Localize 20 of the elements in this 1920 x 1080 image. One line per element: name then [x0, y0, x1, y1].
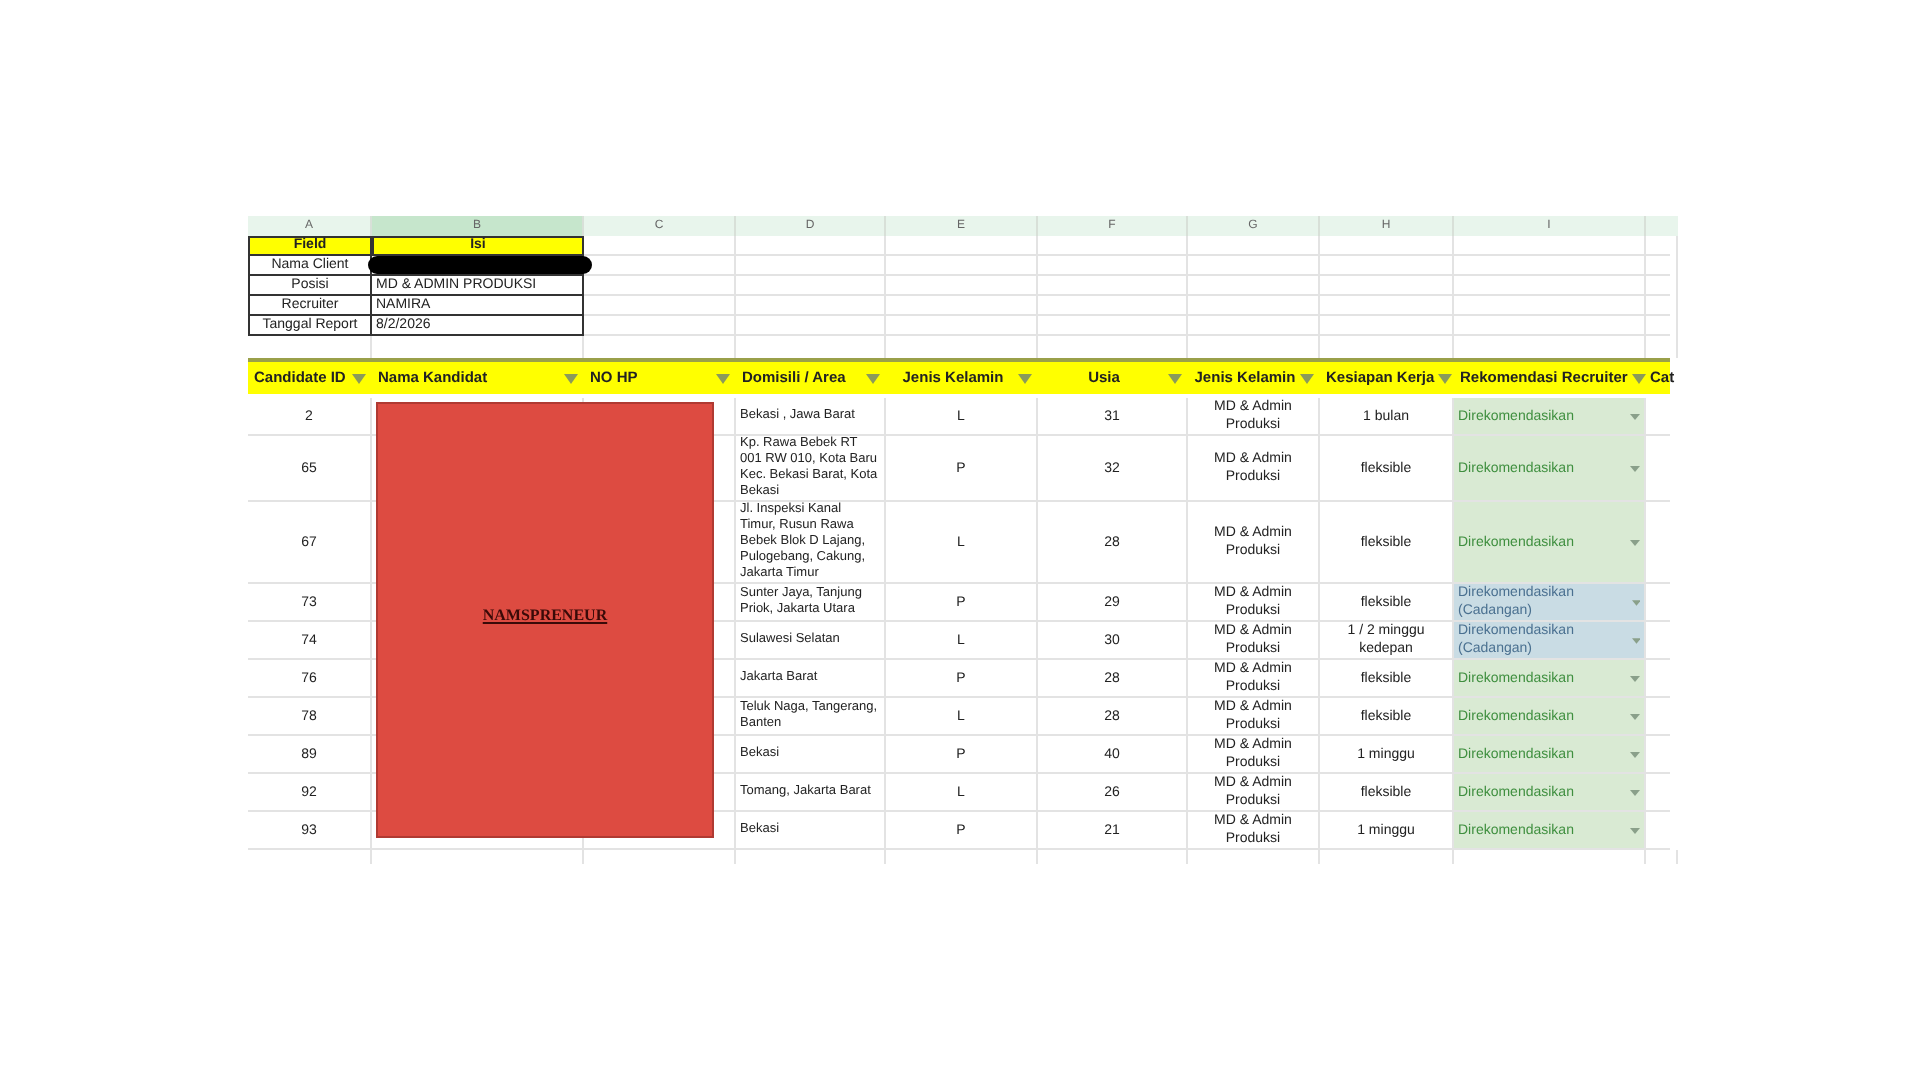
- filter-icon[interactable]: [1438, 373, 1453, 383]
- caret-icon: [1631, 637, 1640, 643]
- caret-icon: [1630, 751, 1640, 757]
- filter-icon[interactable]: [1631, 373, 1646, 383]
- caret-icon: [1630, 713, 1640, 719]
- caret-icon: [1630, 413, 1640, 419]
- filter-icon[interactable]: [1168, 373, 1182, 383]
- filter-icon[interactable]: [1300, 373, 1314, 383]
- filter-icon[interactable]: [1018, 373, 1032, 383]
- caret-icon: [1631, 599, 1640, 605]
- caret-icon: [1630, 675, 1640, 681]
- redaction-label: NAMSPRENEUR: [482, 604, 608, 628]
- filter-icon[interactable]: [352, 373, 366, 383]
- caret-icon: [1630, 465, 1640, 471]
- caret-icon: [1630, 789, 1640, 795]
- filter-icon[interactable]: [866, 373, 880, 383]
- caret-icon: [1630, 827, 1640, 833]
- filter-icon[interactable]: [716, 373, 730, 383]
- caret-icon: [1630, 539, 1640, 545]
- filter-icon[interactable]: [564, 373, 578, 383]
